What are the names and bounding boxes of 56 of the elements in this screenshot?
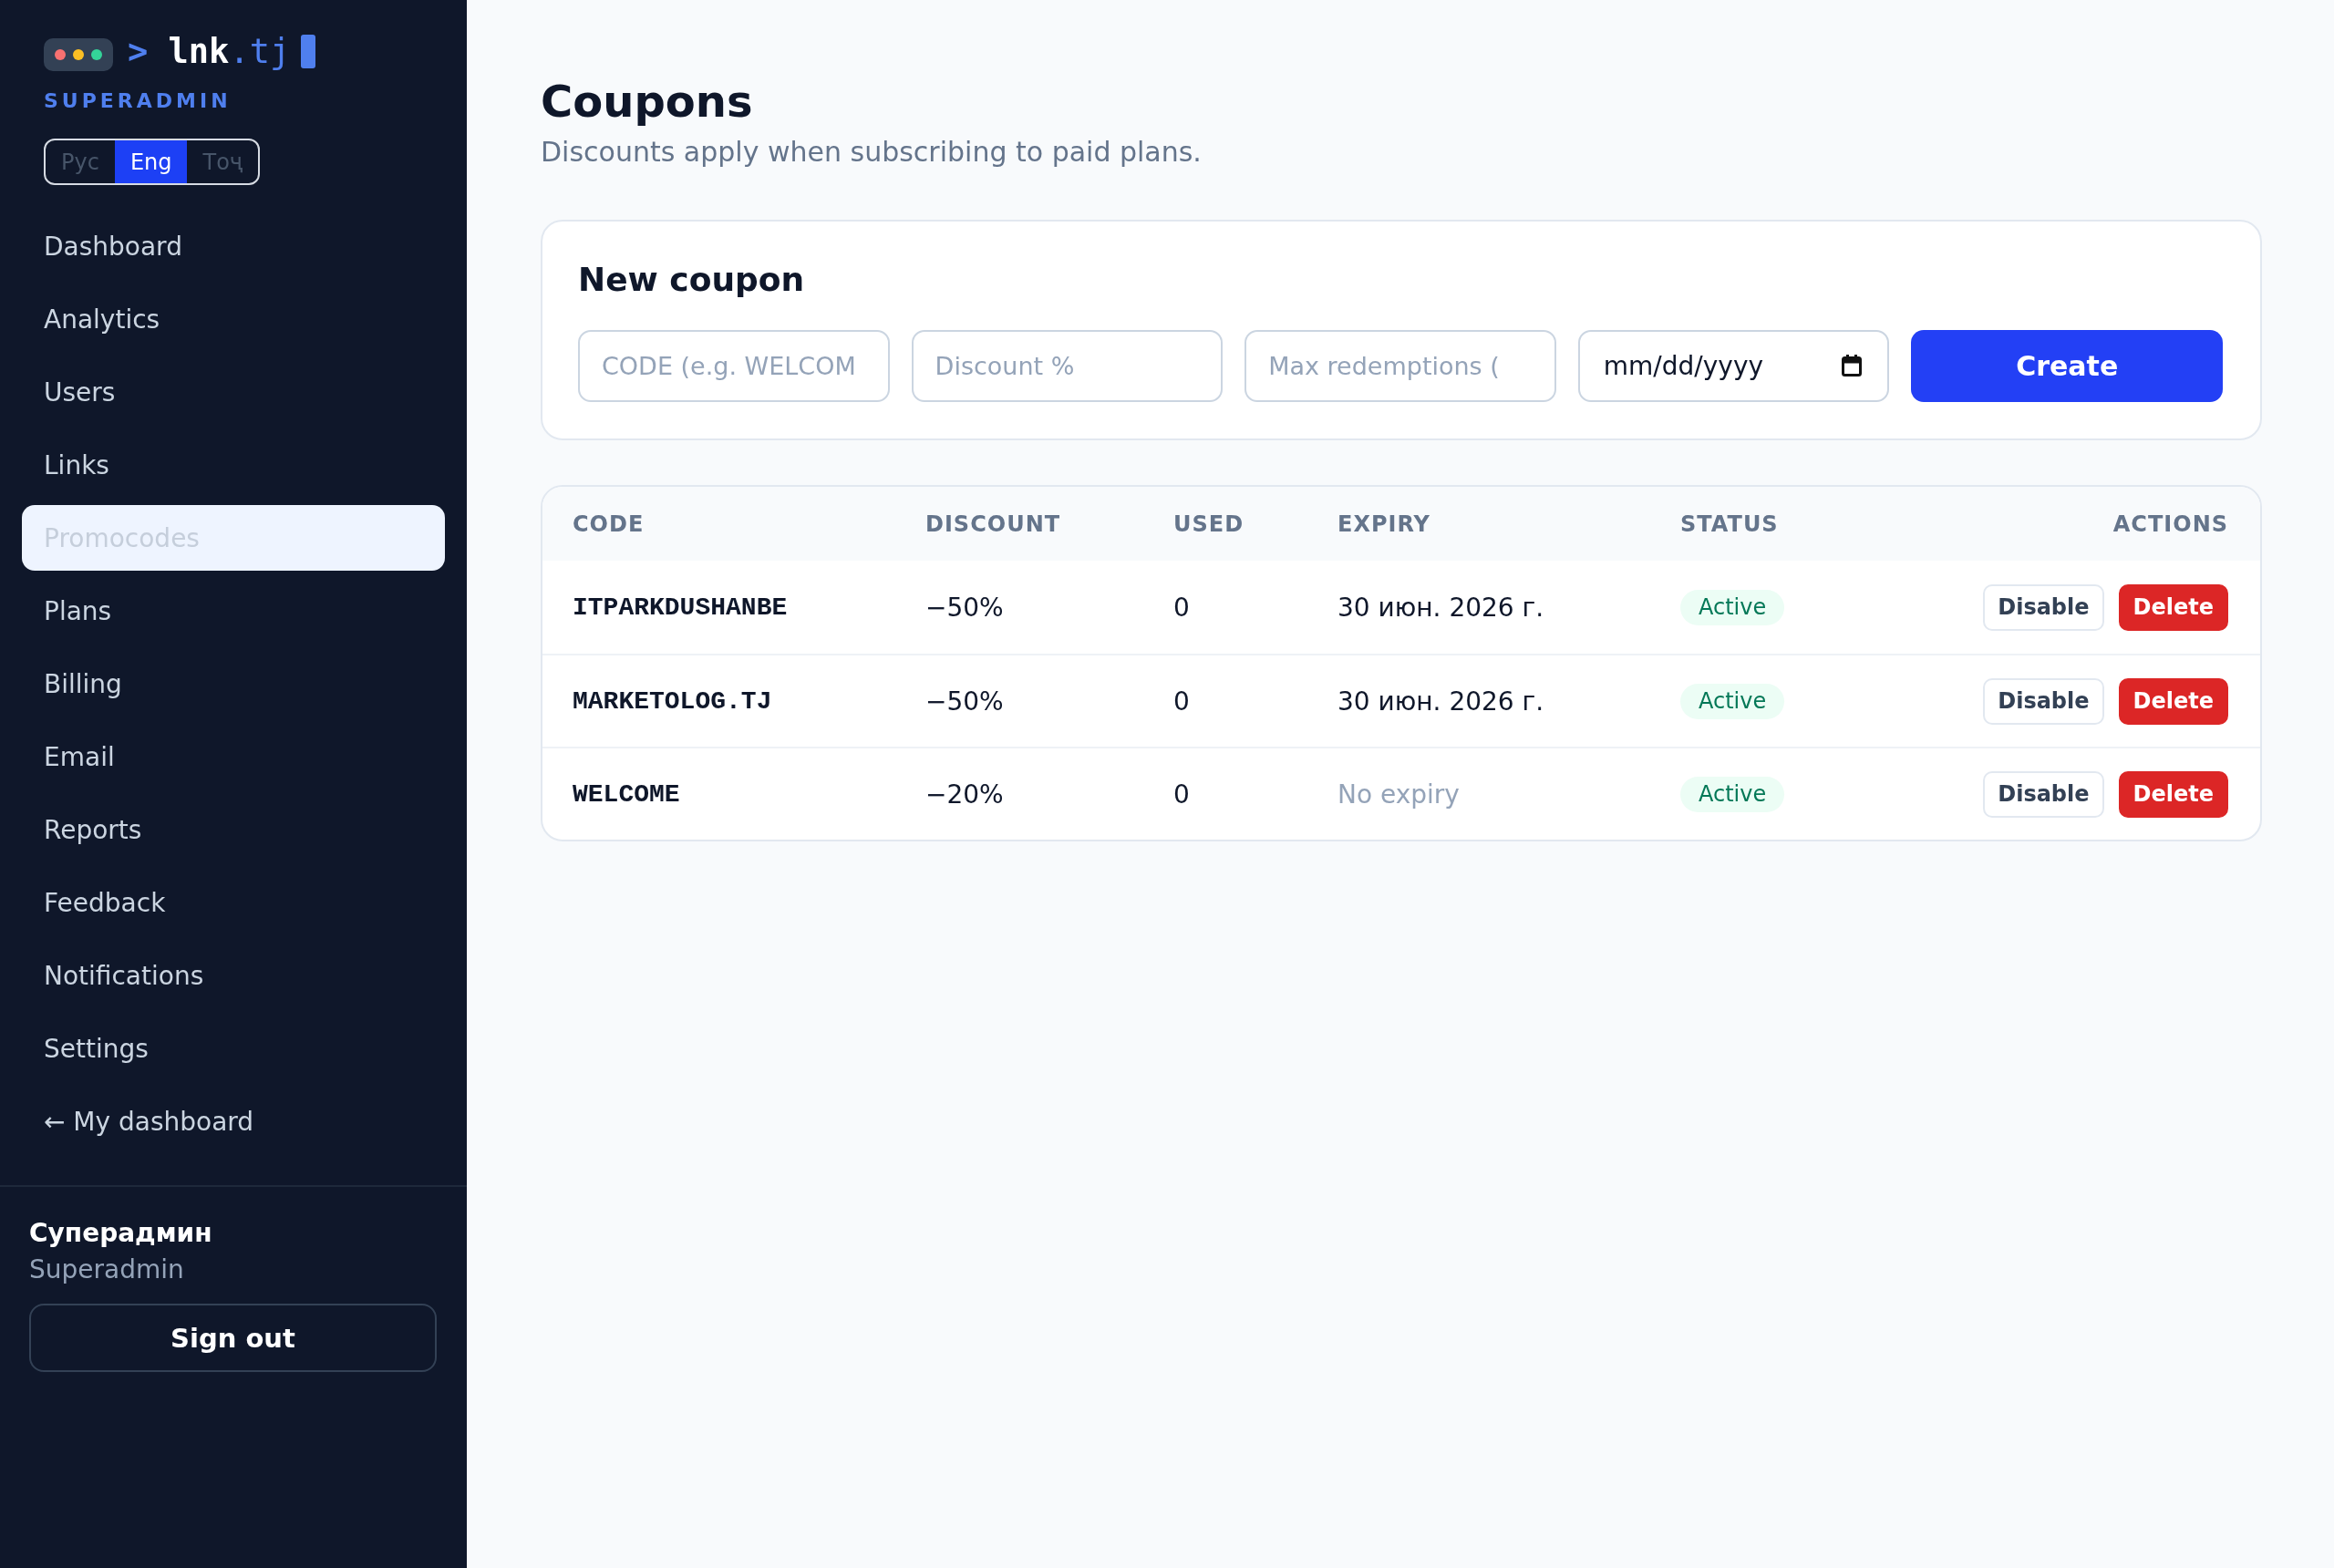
table-cell: −50%: [925, 592, 1004, 623]
logo-wordmark: > lnk.tj: [128, 32, 291, 71]
create-button[interactable]: Create: [1911, 330, 2223, 402]
disable-button[interactable]: Disable: [1983, 677, 2104, 725]
nav-item[interactable]: ← My dashboard: [22, 1088, 445, 1154]
sign-out-button[interactable]: Sign out: [29, 1304, 437, 1372]
calendar-icon[interactable]: [1842, 355, 1863, 377]
cursor-block-icon: [301, 35, 316, 68]
status-badge: Active: [1680, 589, 1785, 625]
nav-item[interactable]: Dashboard: [22, 213, 445, 279]
date-input[interactable]: mm/dd/yyyy: [1577, 330, 1890, 402]
disable-button[interactable]: Disable: [1983, 770, 2104, 818]
code-cell: WELCOME: [573, 779, 680, 809]
language-tab[interactable]: Eng: [114, 140, 188, 183]
nav-item[interactable]: Email: [22, 724, 445, 789]
delete-button[interactable]: Delete: [2118, 770, 2228, 818]
table-cell: 30 июн. 2026 г.: [1337, 686, 1544, 717]
text-input[interactable]: Discount %: [911, 330, 1224, 402]
column-header: CODE: [573, 511, 645, 537]
status-badge: Active: [1680, 683, 1785, 719]
nav-item[interactable]: Feedback: [22, 870, 445, 935]
column-header: STATUS: [1680, 511, 1779, 537]
card-title: New coupon: [578, 260, 805, 300]
role-label: SUPERADMIN: [44, 88, 232, 114]
nav-item[interactable]: Notifications: [22, 943, 445, 1008]
delete-button[interactable]: Delete: [2118, 583, 2228, 631]
status-badge: Active: [1680, 776, 1785, 812]
column-header: USED: [1173, 511, 1244, 537]
page-subtitle: Discounts apply when subscribing to paid plans.: [541, 135, 1202, 170]
nav-item[interactable]: Plans: [22, 578, 445, 644]
code-cell: ITPARKDUSHANBE: [573, 593, 788, 622]
column-header: EXPIRY: [1337, 511, 1430, 537]
nav-item[interactable]: Users: [22, 359, 445, 425]
nav-item[interactable]: Settings: [22, 1016, 445, 1081]
code-cell: MARKETOLOG.TJ: [573, 686, 772, 716]
user-role: Superadmin: [29, 1254, 184, 1285]
disable-button[interactable]: Disable: [1983, 583, 2104, 631]
table-cell: 0: [1173, 686, 1190, 717]
nav-item[interactable]: Reports: [22, 797, 445, 862]
table-cell: −50%: [925, 686, 1004, 717]
delete-button[interactable]: Delete: [2118, 677, 2228, 725]
table-cell: −20%: [925, 779, 1004, 810]
nav-item[interactable]: Analytics: [22, 286, 445, 352]
user-name: Суперадмин: [29, 1218, 212, 1249]
page-title: Coupons: [541, 75, 753, 129]
text-input[interactable]: Max redemptions (: [1244, 330, 1556, 402]
window-dots-icon: [44, 37, 113, 71]
nav-item[interactable]: Links: [22, 432, 445, 498]
table-cell: 30 июн. 2026 г.: [1337, 592, 1544, 623]
table-cell: 0: [1173, 592, 1190, 623]
table-cell: No expiry: [1337, 779, 1460, 810]
text-input[interactable]: CODE (e.g. WELCOM: [578, 330, 890, 402]
nav-item[interactable]: Billing: [22, 651, 445, 717]
table-cell: 0: [1173, 779, 1190, 810]
column-header: DISCOUNT: [925, 511, 1061, 537]
column-header: ACTIONS: [2112, 511, 2228, 537]
